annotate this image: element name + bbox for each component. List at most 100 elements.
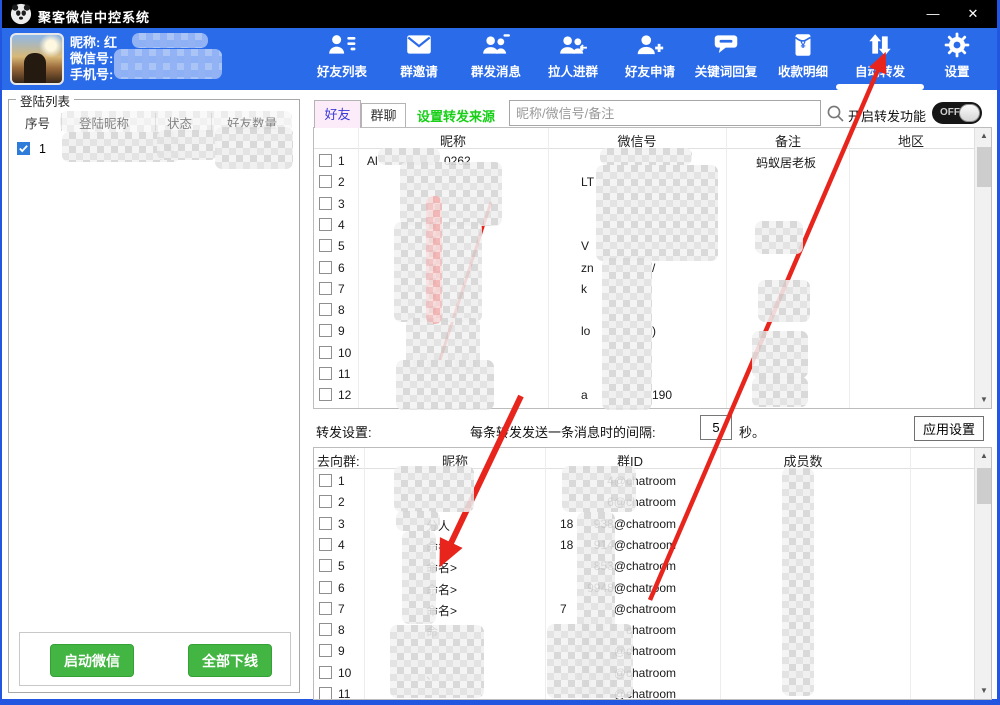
settings-icon: [917, 32, 997, 60]
interval-input[interactable]: [700, 415, 732, 440]
row-checkbox[interactable]: [319, 517, 332, 530]
apply-settings-button[interactable]: 应用设置: [914, 416, 984, 441]
note-text: 蚂蚁居老板: [756, 154, 816, 171]
group-invite-icon: [379, 32, 459, 60]
search-input[interactable]: [509, 100, 821, 126]
row-number: 11: [338, 367, 350, 381]
toolbar-item-friend-list[interactable]: 好友列表: [302, 32, 382, 80]
toggle-state-text: OFF: [940, 107, 960, 118]
scroll-down-button[interactable]: ▼: [975, 683, 992, 699]
group-id-fragment: 9948@chatroom: [587, 581, 676, 595]
row-number: 8: [338, 303, 345, 317]
row-number: 2: [338, 175, 345, 189]
row-checkbox[interactable]: [319, 623, 332, 636]
pull-into-group-icon: [533, 32, 613, 60]
group-nickname-fragment: 命名>: [426, 559, 457, 576]
toolbar-item-label: 好友申请: [610, 61, 690, 80]
login-row-checkbox[interactable]: [17, 142, 30, 155]
row-checkbox[interactable]: [319, 581, 332, 594]
toolbar: 好友列表群邀请群发消息拉人进群好友申请关键词回复¥收款明细自动转发设置: [302, 28, 987, 90]
row-checkbox[interactable]: [319, 474, 332, 487]
all-offline-button[interactable]: 全部下线: [188, 644, 272, 677]
tab-friends[interactable]: 好友: [314, 100, 361, 128]
toolbar-item-friend-apply[interactable]: 好友申请: [610, 32, 690, 80]
keyword-reply-icon: [686, 32, 766, 60]
wechat-id-fragment: zn: [581, 261, 594, 275]
scroll-thumb[interactable]: [977, 147, 991, 187]
tab-groups[interactable]: 群聊: [361, 103, 406, 128]
wechat-id-fragment: lo: [581, 324, 590, 338]
group-nickname-fragment: 命名>: [426, 602, 457, 619]
col-region: 地区: [898, 131, 924, 150]
phone-line: 手机号:: [70, 64, 113, 83]
set-forward-source-link[interactable]: 设置转发来源: [417, 106, 495, 125]
toolbar-item-pull-into-group[interactable]: 拉人进群: [533, 32, 613, 80]
table-row: 9@chatroom: [314, 641, 974, 662]
row-checkbox[interactable]: [319, 602, 332, 615]
search-icon[interactable]: [826, 104, 845, 128]
col-target-group: 去向群:: [317, 451, 360, 470]
toolbar-item-settings[interactable]: 设置: [917, 32, 997, 80]
group-message-icon: [456, 32, 536, 60]
group-id-fragment: @chatroom: [614, 602, 676, 616]
table-row: 26@chatroom: [314, 492, 974, 513]
toolbar-item-payment-detail[interactable]: ¥收款明细: [763, 32, 843, 80]
row-checkbox[interactable]: [319, 346, 332, 359]
row-checkbox[interactable]: [319, 687, 332, 700]
svg-text:¥: ¥: [800, 40, 806, 51]
row-checkbox[interactable]: [319, 175, 332, 188]
row-checkbox[interactable]: [319, 239, 332, 252]
friends-scrollbar[interactable]: ▲▼: [974, 128, 992, 408]
minimize-button[interactable]: —: [917, 0, 949, 28]
wechat-id-fragment: k: [581, 282, 587, 296]
toolbar-item-group-invite[interactable]: 群邀请: [379, 32, 459, 80]
row-checkbox[interactable]: [319, 324, 332, 337]
toolbar-item-auto-forward[interactable]: 自动转发: [840, 32, 920, 80]
interval-label: 每条转发发送一条消息时的间隔:: [470, 422, 656, 441]
toolbar-item-keyword-reply[interactable]: 关键词回复: [686, 32, 766, 80]
row-checkbox[interactable]: [319, 644, 332, 657]
col-member-count: 成员数: [783, 451, 822, 470]
group-id-fragment: chatroom: [626, 623, 676, 637]
table-row: 7k: [314, 279, 974, 300]
group-id-fragment: 938@chatroom: [594, 517, 676, 531]
row-checkbox[interactable]: [319, 559, 332, 572]
forward-settings-label: 转发设置:: [316, 422, 372, 441]
scroll-down-button[interactable]: ▼: [975, 392, 992, 408]
wechat-id-fragment: LT: [581, 175, 594, 189]
wechat-id-fragment: 190: [652, 388, 672, 402]
row-checkbox[interactable]: [319, 218, 332, 231]
scroll-thumb[interactable]: [977, 468, 991, 504]
scroll-up-button[interactable]: ▲: [975, 448, 992, 464]
active-tab-underline: [836, 84, 924, 90]
login-col-num: 序号: [25, 113, 50, 132]
col-nickname: 昵称: [440, 131, 466, 150]
scroll-up-button[interactable]: ▲: [975, 128, 992, 144]
row-number: 10: [338, 346, 351, 360]
forward-toggle-switch[interactable]: OFF: [932, 102, 982, 124]
row-number: 4: [338, 218, 345, 232]
row-checkbox[interactable]: [319, 388, 332, 401]
groups-scrollbar[interactable]: ▲▼: [974, 448, 992, 699]
row-checkbox[interactable]: [319, 495, 332, 508]
toggle-knob: [959, 104, 980, 122]
wechat-id-fragment: a: [581, 388, 588, 402]
row-checkbox[interactable]: [319, 666, 332, 679]
row-checkbox[interactable]: [319, 197, 332, 210]
table-row: 8命chatroom: [314, 620, 974, 641]
close-button[interactable]: ✕: [957, 0, 989, 28]
app-logo-icon: [10, 3, 32, 30]
group-nickname-fragment: 、: [426, 666, 438, 683]
row-checkbox[interactable]: [319, 154, 332, 167]
row-number: 8: [338, 623, 345, 637]
login-col-count: 好友数量: [227, 113, 277, 132]
start-wechat-button[interactable]: 启动微信: [50, 644, 134, 677]
row-checkbox[interactable]: [319, 261, 332, 274]
toolbar-item-label: 群发消息: [456, 61, 536, 80]
row-checkbox[interactable]: [319, 303, 332, 316]
toolbar-item-group-message[interactable]: 群发消息: [456, 32, 536, 80]
group-id-fragment: 853@chatroom: [594, 559, 676, 573]
row-checkbox[interactable]: [319, 367, 332, 380]
row-checkbox[interactable]: [319, 538, 332, 551]
row-checkbox[interactable]: [319, 282, 332, 295]
